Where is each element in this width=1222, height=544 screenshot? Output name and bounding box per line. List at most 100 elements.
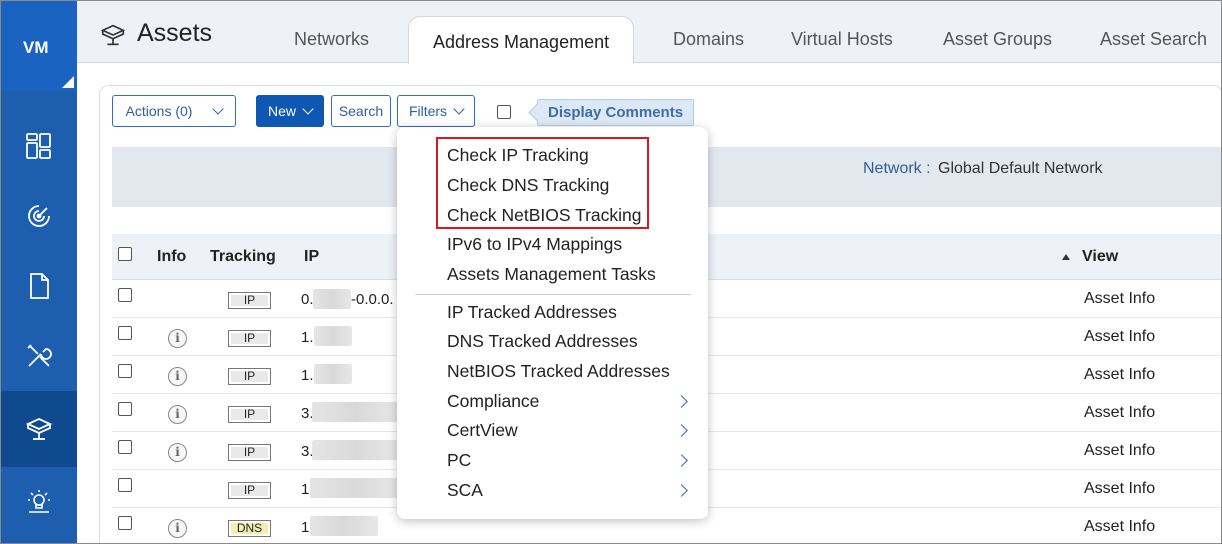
actions-button[interactable]: Actions (0) [112,95,236,127]
nav-reports[interactable] [1,251,77,321]
redacted-ip [314,364,352,384]
tools-icon [27,344,52,367]
row-checkbox[interactable] [118,402,132,416]
left-nav: VM [1,1,77,543]
new-button[interactable]: New [256,95,324,127]
assets-icon [25,418,53,440]
sort-asc-icon [1062,254,1070,260]
header-view[interactable]: View [1082,248,1118,266]
ip-prefix: 1. [301,367,314,384]
app-window: VM Assets Networks Address Management Do… [0,0,1222,544]
chevron-down-icon [453,103,465,115]
search-button[interactable]: Search [331,95,391,127]
asset-info-link[interactable]: Asset Info [1084,290,1155,308]
menu-ip-tracked-addresses[interactable]: IP Tracked Addresses [447,302,617,323]
page-header: Assets Networks Address Management Domai… [77,1,1221,64]
redacted-ip [314,326,352,346]
filters-button[interactable]: Filters [397,95,475,127]
tab-domains[interactable]: Domains [673,29,744,50]
redacted-ip [312,440,398,460]
logo-corner-icon [62,76,74,88]
menu-dns-tracked-addresses[interactable]: DNS Tracked Addresses [447,331,638,352]
tracking-badge: IP [228,292,271,309]
info-icon[interactable]: i [168,367,187,386]
asset-info-link[interactable]: Asset Info [1084,442,1155,460]
menu-assets-management-tasks[interactable]: Assets Management Tasks [447,264,656,285]
tracking-badge: DNS [228,520,271,537]
menu-pc[interactable]: PC [447,450,471,471]
asset-info-link[interactable]: Asset Info [1084,518,1155,536]
tracking-badge: IP [228,330,271,347]
nav-assets[interactable] [1,391,77,467]
chevron-right-icon [675,484,688,497]
redacted-ip [312,402,398,422]
ip-prefix: 0. [301,291,314,308]
nav-knowledgebase[interactable] [1,467,77,537]
menu-sca[interactable]: SCA [447,480,483,501]
network-label[interactable]: Network : [863,160,931,178]
ip-suffix: -0.0.0. [351,291,394,308]
info-icon[interactable]: i [168,405,187,424]
menu-netbios-tracked-addresses[interactable]: NetBIOS Tracked Addresses [447,361,670,382]
logo-text: VM [23,38,49,57]
vm-logo[interactable]: VM [1,1,77,91]
redacted-ip [310,516,378,536]
tracking-badge: IP [228,406,271,423]
ip-prefix: 1 [301,481,310,498]
asset-info-link[interactable]: Asset Info [1084,480,1155,498]
row-checkbox[interactable] [118,326,132,340]
filters-label: Filters [408,103,448,119]
highlight-box [436,137,649,229]
reports-icon [30,273,49,299]
dashboard-icon [26,133,51,159]
menu-divider [415,294,691,295]
asset-info-link[interactable]: Asset Info [1084,404,1155,422]
asset-info-link[interactable]: Asset Info [1084,366,1155,384]
chevron-right-icon [675,424,688,437]
header-ip[interactable]: IP [304,248,319,266]
redacted-ip [310,478,398,498]
info-icon[interactable]: i [168,519,187,538]
chevron-down-icon [302,103,314,115]
display-comments-label: Display Comments [548,104,684,121]
select-all-checkbox[interactable] [118,247,132,261]
nav-dashboard[interactable] [1,111,77,181]
menu-certview[interactable]: CertView [447,420,518,441]
search-label: Search [338,103,384,119]
tracking-badge: IP [228,444,271,461]
tab-address-management[interactable]: Address Management [408,16,635,64]
actions-label: Actions (0) [125,103,193,119]
display-comments-tooltip: Display Comments [537,99,695,126]
row-checkbox[interactable] [118,288,132,302]
chevron-right-icon [675,454,688,467]
header-info: Info [157,248,187,265]
display-comments-checkbox[interactable] [497,105,511,119]
nav-scans[interactable] [1,181,77,251]
chevron-right-icon [675,395,688,408]
header-tracking[interactable]: Tracking [210,248,276,266]
row-checkbox[interactable] [118,364,132,378]
menu-compliance[interactable]: Compliance [447,391,539,412]
page-title: Assets [137,19,213,47]
tracking-badge: IP [228,368,271,385]
info-icon[interactable]: i [168,443,187,462]
tab-asset-search[interactable]: Asset Search [1100,29,1207,50]
tab-networks[interactable]: Networks [294,29,369,50]
ip-prefix: 1 [301,519,310,536]
nav-tools[interactable] [1,321,77,391]
scans-icon [28,205,50,227]
knowledgebase-icon [28,490,50,513]
tab-asset-groups[interactable]: Asset Groups [943,29,1052,50]
tab-virtual-hosts[interactable]: Virtual Hosts [791,29,893,50]
info-icon[interactable]: i [168,329,187,348]
menu-ipv6-to-ipv4-mappings[interactable]: IPv6 to IPv4 Mappings [447,234,622,255]
new-label: New [267,103,296,119]
row-checkbox[interactable] [118,516,132,530]
asset-info-link[interactable]: Asset Info [1084,328,1155,346]
row-checkbox[interactable] [118,440,132,454]
network-value: Global Default Network [938,160,1103,177]
assets-title-icon [100,24,126,46]
tracking-badge: IP [228,482,271,499]
row-checkbox[interactable] [118,478,132,492]
redacted-ip [313,289,351,309]
